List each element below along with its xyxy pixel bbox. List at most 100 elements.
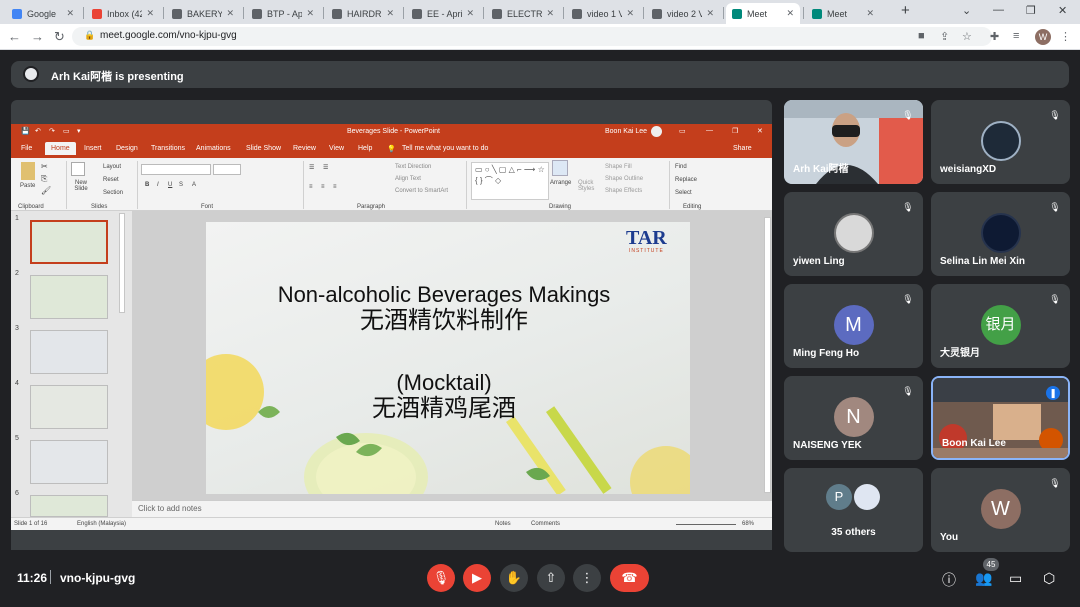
slide-thumbnail[interactable] — [30, 495, 108, 517]
browser-tab[interactable]: EE - April ✕ — [406, 3, 480, 24]
bold-icon[interactable]: B — [145, 182, 149, 188]
slide-thumbnail[interactable] — [30, 440, 108, 484]
align-center-icon[interactable]: ≡ — [321, 184, 325, 190]
tab-close-icon[interactable]: ✕ — [706, 8, 714, 19]
back-icon[interactable]: ← — [8, 29, 21, 44]
language-status[interactable]: English (Malaysia) — [77, 521, 126, 527]
others-tile[interactable]: P 35 others — [784, 468, 923, 552]
menu-animations[interactable]: Animations — [196, 145, 231, 152]
menu-slide-show[interactable]: Slide Show — [246, 145, 281, 152]
share-button[interactable]: Share — [733, 145, 752, 152]
align-right-icon[interactable]: ≡ — [333, 184, 337, 190]
present-now-button[interactable]: ⇧ — [537, 564, 565, 592]
qat-dropdown-icon[interactable]: ▾ — [77, 127, 81, 135]
ppt-restore-icon[interactable]: ❐ — [732, 127, 738, 135]
notes-toggle[interactable]: Notes — [495, 521, 511, 527]
tab-close-icon[interactable]: ✕ — [226, 8, 234, 19]
select-button[interactable]: Select — [675, 190, 692, 196]
camera-toggle-button[interactable]: ▶ — [463, 564, 491, 592]
extensions-icon[interactable]: ✚ — [990, 30, 999, 43]
activities-icon[interactable]: ⬡ — [1043, 570, 1055, 587]
menu-icon[interactable]: ⋮ — [1060, 30, 1071, 43]
restore-icon[interactable]: ❐ — [1026, 4, 1036, 17]
format-painter-icon[interactable]: 🖌 — [41, 186, 51, 195]
zoom-slider[interactable] — [676, 524, 736, 525]
minimize-icon[interactable]: — — [993, 4, 1004, 16]
menu-file[interactable]: File — [21, 145, 32, 152]
browser-tab[interactable]: Google ✕ — [6, 3, 80, 24]
tab-close-icon[interactable]: ✕ — [866, 8, 874, 19]
tab-close-icon[interactable]: ✕ — [626, 8, 634, 19]
cut-icon[interactable]: ✂ — [41, 162, 48, 171]
tell-me-input[interactable]: Tell me what you want to do — [402, 145, 488, 152]
menu-insert[interactable]: Insert — [84, 145, 102, 152]
replace-button[interactable]: Replace — [675, 177, 697, 183]
thumbs-scrollbar[interactable] — [119, 213, 125, 313]
save-icon[interactable]: 💾 — [21, 127, 30, 135]
quick-styles-button[interactable]: Quick Styles — [578, 180, 600, 192]
reload-icon[interactable]: ↻ — [54, 29, 65, 45]
menu-design[interactable]: Design — [116, 145, 138, 152]
align-left-icon[interactable]: ≡ — [309, 184, 313, 190]
section-button[interactable]: Section — [103, 190, 123, 196]
notes-placeholder[interactable]: Click to add notes — [138, 504, 202, 513]
tab-close-icon[interactable]: ✕ — [466, 8, 474, 19]
mic-toggle-button[interactable]: 🎙 — [427, 564, 455, 592]
numbering-icon[interactable]: ☰ — [323, 164, 328, 171]
tab-close-icon[interactable]: ✕ — [546, 8, 554, 19]
shape-fill-button[interactable]: Shape Fill — [605, 164, 632, 170]
tab-close-icon[interactable]: ✕ — [386, 8, 394, 19]
ppt-close-icon[interactable]: ✕ — [757, 127, 763, 135]
chat-icon[interactable]: ▭ — [1009, 570, 1022, 587]
ppt-minimize-icon[interactable]: — — [706, 127, 713, 134]
menu-transitions[interactable]: Transitions — [151, 145, 185, 152]
meeting-details-icon[interactable]: ⓘ — [942, 570, 956, 590]
slide-thumbnail[interactable] — [30, 330, 108, 374]
copy-icon[interactable]: ⎘ — [41, 174, 47, 184]
browser-tab[interactable]: Inbox (42 ✕ — [86, 3, 160, 24]
current-slide[interactable]: TAR INSTITUTE Non-alcoholic Beverages Ma… — [206, 222, 690, 494]
self-tile[interactable]: W 🎙 You — [931, 468, 1070, 552]
participant-tile[interactable]: 🎙 Selina Lin Mei Xin — [931, 192, 1070, 276]
tab-close-icon[interactable]: ✕ — [786, 8, 794, 19]
menu-review[interactable]: Review — [293, 145, 316, 152]
shape-effects-button[interactable]: Shape Effects — [605, 188, 642, 194]
align-text-button[interactable]: Align Text — [395, 176, 421, 182]
participant-tile[interactable]: N 🎙 NAISENG YEK — [784, 376, 923, 460]
shape-outline-button[interactable]: Shape Outline — [605, 176, 643, 182]
url-text[interactable]: meet.google.com/vno-kjpu-gvg — [100, 30, 237, 41]
find-button[interactable]: Find — [675, 164, 687, 170]
participant-tile[interactable]: 🎙 weisiangXD — [931, 100, 1070, 184]
arrange-button[interactable]: Arrange — [550, 180, 571, 186]
bookmark-star-icon[interactable]: ☆ — [962, 30, 972, 43]
browser-tab[interactable]: Meet ✕ — [806, 3, 880, 24]
ppt-user-avatar[interactable] — [651, 126, 662, 137]
browser-tab[interactable]: BAKERY 2✕ — [166, 3, 240, 24]
tab-close-icon[interactable]: ✕ — [306, 8, 314, 19]
shapes-gallery[interactable]: ▭ ○ ╲ ▢ △ ⌐ ⟶ ☆ { } ⌒ ◇ — [471, 162, 549, 200]
slide-thumbnail[interactable] — [30, 220, 108, 264]
underline-icon[interactable]: U — [168, 182, 172, 188]
new-slide-label[interactable]: New Slide — [69, 180, 93, 192]
people-icon[interactable]: 👥 — [975, 570, 992, 587]
browser-tab[interactable]: video 2 V ✕ — [646, 3, 720, 24]
new-slide-icon[interactable] — [71, 162, 85, 176]
paste-icon[interactable] — [21, 162, 35, 180]
tab-close-icon[interactable]: ✕ — [66, 8, 74, 19]
browser-tab[interactable]: BTP - Apr ✕ — [246, 3, 320, 24]
font-color-icon[interactable]: A — [192, 182, 196, 188]
tab-search-icon[interactable]: ⌄ — [962, 4, 971, 17]
camera-icon[interactable]: ■ — [918, 30, 925, 42]
slide-thumbnail[interactable] — [30, 275, 108, 319]
convert-smartart-button[interactable]: Convert to SmartArt — [395, 188, 448, 194]
participant-tile[interactable]: 🎙 yiwen Ling — [784, 192, 923, 276]
slide-scrollbar[interactable] — [764, 217, 771, 493]
browser-tab[interactable]: ELECTRO✕ — [486, 3, 560, 24]
menu-home[interactable]: Home — [45, 142, 76, 155]
active-speaker-tile[interactable]: ❚ Boon Kai Lee — [931, 376, 1070, 460]
italic-icon[interactable]: I — [157, 182, 159, 188]
participant-tile[interactable]: 🎙 Arh Kai阿楷 — [784, 100, 923, 184]
menu-help[interactable]: Help — [358, 145, 372, 152]
profile-avatar[interactable]: W — [1035, 29, 1051, 45]
font-name-select[interactable] — [141, 164, 211, 175]
